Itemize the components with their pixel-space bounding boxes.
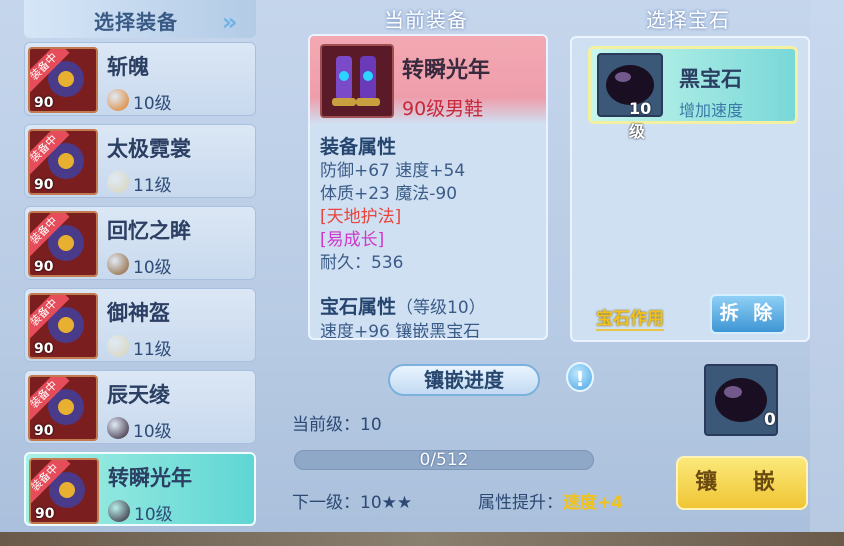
- boots-icon: [320, 44, 394, 118]
- equipment-name: 御神盔: [107, 301, 170, 325]
- gem-card[interactable]: 10级 黑宝石 增加速度: [588, 46, 798, 141]
- current-equipment-title: 当前装备: [384, 8, 468, 32]
- inlay-button[interactable]: 镶 嵌: [676, 456, 808, 510]
- gem-count: 0: [764, 410, 776, 430]
- gem-description: 增加速度: [679, 101, 744, 120]
- equipment-icon: 装备中 90: [28, 129, 98, 195]
- gem-level: 10级: [133, 94, 172, 114]
- gem-attr-header-row: 宝石属性（等级10）: [320, 292, 486, 319]
- equipment-item[interactable]: 装备中 90 辰天绫 10级: [24, 370, 256, 444]
- attr-line2: 体质+23 魔法-90: [320, 184, 458, 204]
- current-equipment-type: 90级男鞋: [402, 98, 484, 120]
- equipment-name: 辰天绫: [107, 383, 170, 407]
- equipment-icon: 装备中 90: [28, 375, 98, 441]
- equipment-name: 斩魄: [107, 55, 149, 79]
- next-level: 下一级：10★★: [292, 493, 413, 513]
- select-gem-title: 选择宝石: [646, 8, 730, 32]
- durability: 耐久：536: [320, 253, 404, 273]
- equipment-level: 90: [34, 423, 54, 439]
- attribute-boost: 属性提升：速度+4: [478, 488, 623, 513]
- equipment-item[interactable]: 装备中 90 转瞬光年 10级: [24, 452, 256, 526]
- gem-icon: [108, 500, 130, 522]
- attr-line1: 防御+67 速度+54: [320, 161, 466, 181]
- gem-level: 10级: [133, 422, 172, 442]
- gem-icon: [107, 253, 129, 275]
- equipment-item[interactable]: 装备中 90 斩魄 10级: [24, 42, 256, 116]
- special-skill1: [天地护法]: [320, 207, 402, 227]
- equipment-level: 90: [34, 177, 54, 193]
- equipment-list-title: 选择装备: [94, 10, 178, 34]
- equipment-item[interactable]: 装备中 90 回忆之眸 10级: [24, 206, 256, 280]
- right-decoration: [810, 0, 844, 546]
- current-equipment-name: 转瞬光年: [402, 58, 491, 83]
- gem-icon: [107, 89, 129, 111]
- gem-panel: 10级 黑宝石 增加速度 宝石作用 拆 除: [570, 36, 810, 342]
- gem-icon: [107, 417, 129, 439]
- equipment-item[interactable]: 装备中 90 太极霓裳 11级: [24, 124, 256, 198]
- equipment-icon: 装备中 90: [29, 458, 99, 524]
- boost-value: 速度+4: [563, 493, 624, 513]
- equipment-level: 90: [34, 95, 54, 111]
- current-equipment-panel: 转瞬光年 90级男鞋 装备属性 防御+67 速度+54 体质+23 魔法-90 …: [308, 34, 548, 340]
- gem-level: 11级: [133, 340, 172, 360]
- equipment-level: 90: [34, 341, 54, 357]
- gem-icon: [107, 171, 129, 193]
- gem-level: 10级: [133, 258, 172, 278]
- equipment-name: 回忆之眸: [107, 219, 191, 243]
- gem-slot[interactable]: 0: [704, 364, 778, 436]
- gem-attr-level: （等级10）: [396, 298, 486, 318]
- special-skill2: [易成长]: [320, 230, 385, 250]
- equipment-name: 太极霓裳: [107, 137, 191, 161]
- equipment-name: 转瞬光年: [108, 466, 192, 490]
- boost-label: 属性提升：: [478, 493, 563, 513]
- gem-card-level: 10级: [629, 99, 652, 141]
- equipment-icon: 装备中 90: [28, 47, 98, 113]
- gem-name: 黑宝石: [679, 67, 742, 91]
- equipment-icon: 装备中 90: [28, 293, 98, 359]
- remove-button[interactable]: 拆 除: [710, 294, 786, 334]
- progress-text: 0/512: [419, 450, 469, 470]
- gem-attr-header: 宝石属性: [320, 296, 397, 318]
- equipment-icon: 装备中 90: [28, 211, 98, 277]
- gem-level: 11级: [133, 176, 172, 196]
- gem-level: 10级: [134, 505, 173, 525]
- bottom-strip: [0, 532, 844, 546]
- equipment-item[interactable]: 装备中 90 御神盔 11级: [24, 288, 256, 362]
- equipment-level: 90: [34, 259, 54, 275]
- equipment-level: 90: [35, 506, 55, 522]
- gem-effect-link[interactable]: 宝石作用: [596, 304, 664, 331]
- chevron-right-icon[interactable]: »: [222, 8, 238, 36]
- inlay-progress-title: 镶嵌进度: [388, 364, 540, 396]
- black-gem-icon: 10级: [597, 53, 663, 141]
- current-level: 当前级：10: [292, 415, 382, 435]
- attr-header: 装备属性: [320, 136, 397, 158]
- gem-icon: [107, 335, 129, 357]
- info-icon[interactable]: !: [566, 362, 594, 392]
- gem-attr-line: 速度+96 镶嵌黑宝石: [320, 322, 481, 340]
